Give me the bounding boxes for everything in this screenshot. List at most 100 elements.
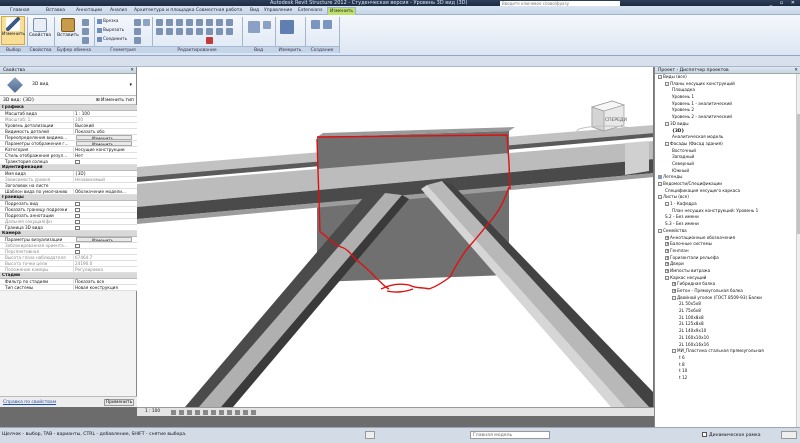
- collapse-icon[interactable]: -: [658, 195, 662, 200]
- expand-icon[interactable]: +: [665, 248, 669, 253]
- browser-tree-item[interactable]: Уровень 1: [655, 94, 800, 101]
- browser-tree-item[interactable]: 2L 75x6x8: [655, 308, 800, 315]
- browser-tree-item[interactable]: - Ведомости/Спецификации: [655, 181, 800, 188]
- collapse-icon[interactable]: -: [658, 228, 662, 233]
- trim-single-icon[interactable]: [196, 28, 203, 35]
- paint-icon[interactable]: [134, 37, 141, 44]
- tab-annotate[interactable]: Аннотации: [74, 7, 104, 15]
- browser-tree-item[interactable]: +Аннотационные обозначения: [655, 235, 800, 242]
- browser-tree-item[interactable]: - МИ_Пластина стальная прямоугольная: [655, 348, 800, 355]
- browser-tree-item[interactable]: - Двойной уголок (ГОСТ 8509-93) Балки: [655, 295, 800, 302]
- tab-modify[interactable]: Изменить: [327, 7, 357, 15]
- collapse-icon[interactable]: -: [665, 275, 669, 280]
- demolish-icon[interactable]: [143, 19, 150, 26]
- tab-collaborate[interactable]: Совместная работа: [194, 7, 244, 15]
- cope-button[interactable]: Врезка: [97, 18, 118, 24]
- split-gap-icon[interactable]: [206, 19, 213, 26]
- collapse-icon[interactable]: -: [665, 202, 669, 207]
- browser-tree-item[interactable]: - Семейства: [655, 228, 800, 235]
- browser-tree-item[interactable]: Южный: [655, 168, 800, 175]
- browser-tree-item[interactable]: +Двери: [655, 261, 800, 268]
- crop-region-icon[interactable]: [219, 410, 224, 415]
- browser-tree-item[interactable]: Северный: [655, 161, 800, 168]
- unpin-icon[interactable]: [226, 19, 233, 26]
- property-checkbox[interactable]: [75, 160, 80, 164]
- scale-icon[interactable]: [226, 28, 233, 35]
- browser-tree-item[interactable]: 2L 160x10x10: [655, 335, 800, 342]
- sun-path-icon[interactable]: [187, 410, 192, 415]
- browser-tree-item[interactable]: +Горизонтали рельефа: [655, 255, 800, 262]
- expand-icon[interactable]: +: [665, 242, 669, 247]
- instance-selector[interactable]: 3D вид: {3D}: [3, 96, 83, 105]
- chevron-down-icon[interactable]: ▾: [129, 82, 132, 88]
- measure-icon[interactable]: [280, 20, 294, 34]
- temporary-hide-icon[interactable]: [235, 410, 240, 415]
- mirror-draw-icon[interactable]: [186, 19, 193, 26]
- tab-insert[interactable]: Вставка: [44, 7, 67, 15]
- browser-tree-item[interactable]: t 8: [655, 362, 800, 369]
- view-override-icon[interactable]: [263, 21, 271, 29]
- browser-tree-item[interactable]: -1 - Кафедра: [655, 201, 800, 208]
- move-icon[interactable]: [156, 28, 163, 35]
- browser-tree-item[interactable]: Спецификация несущего каркаса: [655, 188, 800, 195]
- join-button[interactable]: Соединить: [97, 36, 127, 42]
- collapse-icon[interactable]: -: [672, 349, 676, 354]
- browser-tree-item[interactable]: - Планы несущих конструкций: [655, 81, 800, 88]
- property-value[interactable]: Регулировка: [73, 267, 135, 273]
- tab-analyze[interactable]: Анализ: [108, 7, 129, 15]
- filter-icon[interactable]: [781, 431, 797, 439]
- browser-tree-item[interactable]: План несущих конструкций: Уровень 1: [655, 208, 800, 215]
- cut-geometry-button[interactable]: Вырезать: [97, 27, 124, 33]
- edit-button[interactable]: Изменить...: [76, 237, 132, 242]
- properties-help-link[interactable]: Справка по свойствам: [3, 400, 56, 405]
- browser-tree-item[interactable]: - Каркас несущий: [655, 275, 800, 282]
- browser-tree-item[interactable]: +Гибридная балка: [655, 281, 800, 288]
- property-value[interactable]: Новая конструкция: [73, 285, 135, 291]
- offset-icon[interactable]: [166, 19, 173, 26]
- trim-extend-icon[interactable]: [186, 28, 193, 35]
- array-icon[interactable]: [216, 28, 223, 35]
- paste-button[interactable]: Вставить: [57, 18, 79, 45]
- edit-button[interactable]: Изменить...: [76, 141, 132, 146]
- create-group-icon[interactable]: [323, 20, 332, 29]
- property-checkbox[interactable]: [75, 220, 80, 224]
- property-value[interactable]: Обозначение модели...: [73, 189, 135, 195]
- browser-tree-item[interactable]: Западный: [655, 154, 800, 161]
- browser-tree-item[interactable]: 2L 140x9x10: [655, 328, 800, 335]
- browser-tree-item[interactable]: +Импосты витража: [655, 268, 800, 275]
- copy-icon[interactable]: [82, 19, 89, 26]
- worksets-icon[interactable]: [365, 431, 375, 439]
- design-option-field[interactable]: Главная модель: [470, 431, 550, 439]
- browser-tree-item[interactable]: Уровень 1 - аналитический: [655, 101, 800, 108]
- split-face-icon[interactable]: [134, 28, 141, 35]
- browser-tree-item[interactable]: Аналитическая модель: [655, 134, 800, 141]
- collapse-icon[interactable]: -: [658, 182, 662, 186]
- collapse-icon[interactable]: -: [665, 81, 669, 86]
- cut-icon[interactable]: [82, 28, 89, 35]
- browser-tree-item[interactable]: +Генплан: [655, 248, 800, 255]
- tab-architecture[interactable]: Архитектура и площадка: [132, 7, 196, 15]
- mirror-axis-icon[interactable]: [176, 19, 183, 26]
- expand-icon[interactable]: +: [672, 289, 676, 293]
- browser-tree-item[interactable]: -3D виды: [655, 121, 800, 128]
- property-checkbox[interactable]: [75, 226, 80, 230]
- modify-button[interactable]: Изменить: [1, 16, 25, 45]
- rotate-icon[interactable]: [176, 28, 183, 35]
- browser-tree-item[interactable]: +Балочные системы: [655, 241, 800, 248]
- collapse-icon[interactable]: -: [658, 75, 662, 79]
- browser-tree-item[interactable]: t 12: [655, 375, 800, 382]
- pin-icon[interactable]: [216, 19, 223, 26]
- collapse-icon[interactable]: -: [665, 141, 669, 146]
- align-icon[interactable]: [156, 19, 163, 26]
- apply-button[interactable]: Применить: [104, 399, 134, 406]
- property-checkbox[interactable]: [75, 250, 80, 254]
- expand-icon[interactable]: +: [672, 282, 676, 287]
- trim-multiple-icon[interactable]: [206, 28, 213, 35]
- browser-tree-item[interactable]: Площадка: [655, 87, 800, 94]
- close-icon[interactable]: ✕: [794, 67, 798, 74]
- browser-tree-item[interactable]: +Бетон - Прямоугольная балка: [655, 288, 800, 295]
- expand-icon[interactable]: +: [665, 235, 669, 240]
- browser-tree-item[interactable]: - Листы (все): [655, 194, 800, 201]
- browser-tree-item[interactable]: S.3 - Без имени: [655, 221, 800, 228]
- copy-element-icon[interactable]: [166, 28, 173, 35]
